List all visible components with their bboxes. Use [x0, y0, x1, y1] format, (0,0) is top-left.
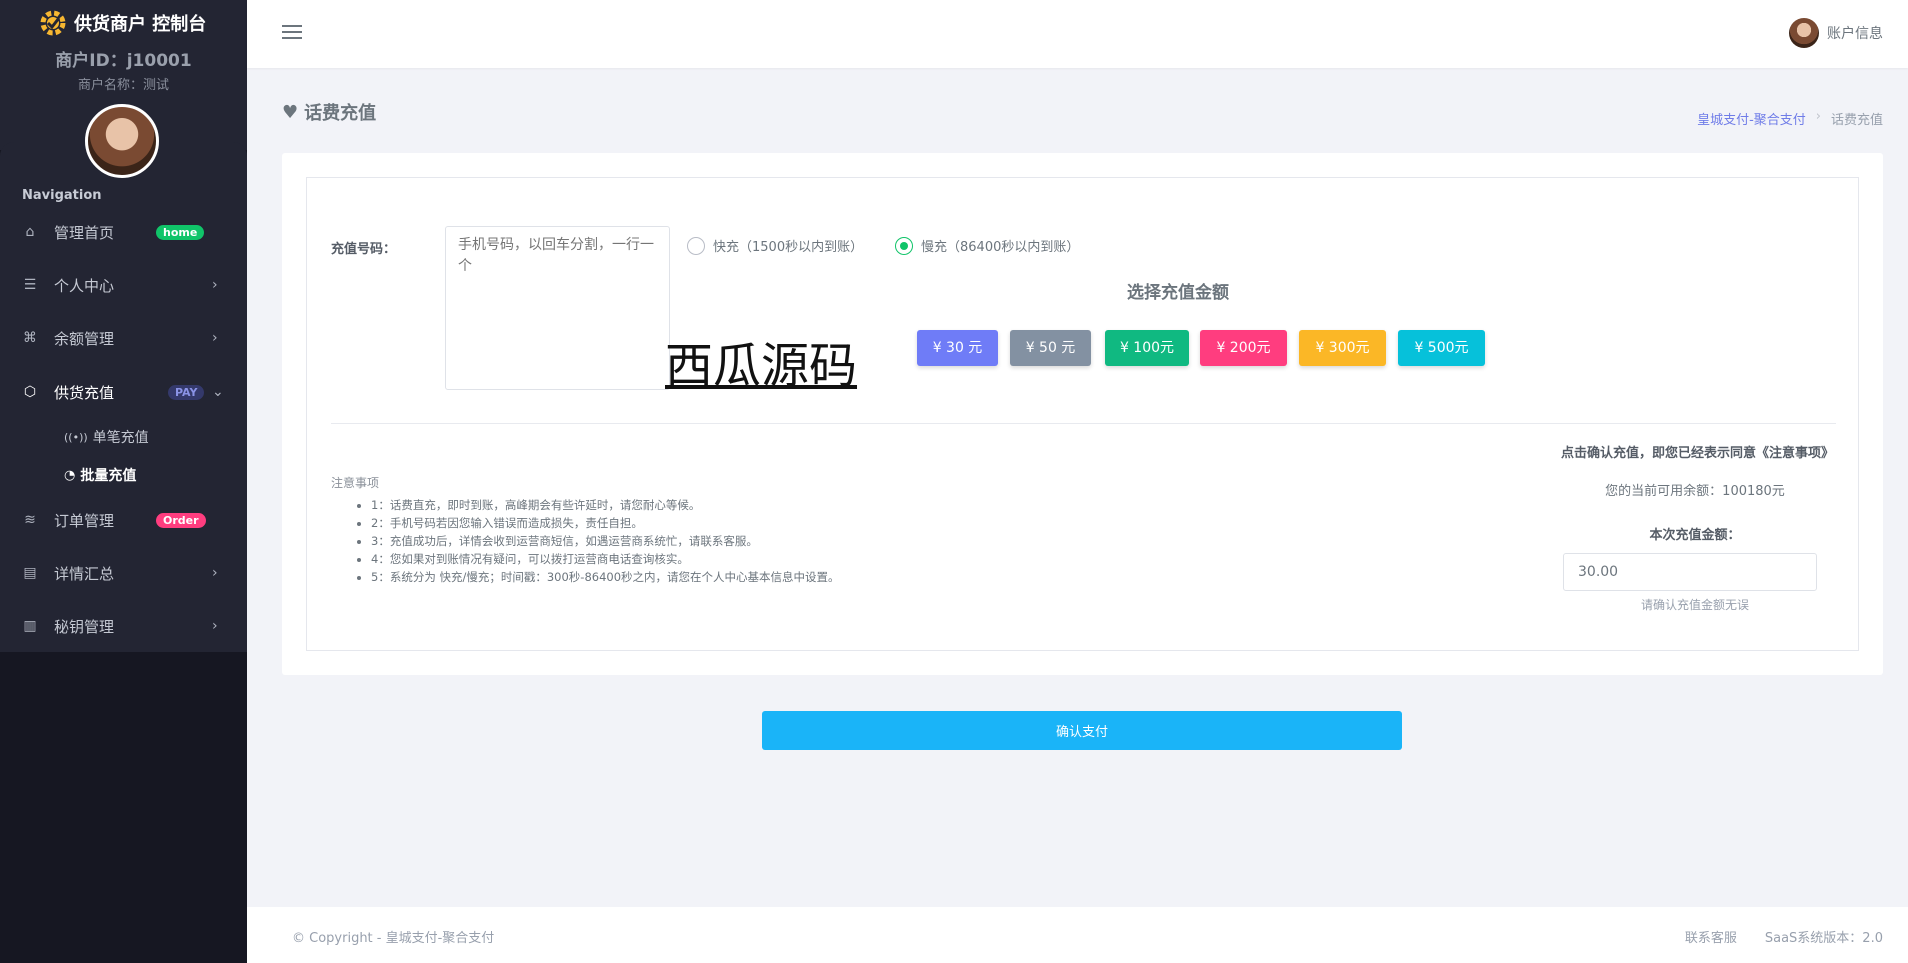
breadcrumb-separator-icon: › [1815, 109, 1821, 124]
divider [331, 423, 1836, 424]
notice-item: 4：您如果对到账情况有疑问，可以拨打运营商电话查询核实。 [371, 550, 840, 568]
heart-icon: ♥ [282, 101, 299, 123]
command-icon: ⌘ [23, 330, 37, 346]
gear-logo-icon [40, 10, 66, 36]
sidebar-item-supply-recharge[interactable]: ⬡ 供货充值 PAY ⌄ [0, 372, 247, 412]
broadcast-icon: ((•)) [64, 430, 88, 444]
brand-title: 供货商户 控制台 [74, 14, 207, 35]
radio-circle-selected [895, 236, 913, 255]
phone-numbers-input[interactable] [445, 226, 670, 390]
merchant-id: 商户ID：j10001 [55, 51, 192, 71]
list-icon: ☰ [23, 277, 37, 293]
amount-input[interactable] [1563, 553, 1817, 591]
amount-label: 本次充值金额： [1649, 528, 1741, 543]
sidebar: 供货商户 控制台 商户ID：j10001 商户名称：测试 Navigation … [0, 0, 247, 963]
available-balance: 您的当前可用余额：100180元 [1605, 484, 1785, 499]
page-title-text: 话费充值 [304, 103, 377, 124]
system-version: SaaS系统版本：2.0 [1764, 931, 1883, 946]
amount-200-button[interactable]: ¥ 200元 [1200, 330, 1287, 366]
amount-help-text: 请确认充值金额无误 [1640, 598, 1749, 612]
amount-30-button[interactable]: ¥ 30 元 [917, 330, 998, 366]
sidebar-item-label: 订单管理 [54, 511, 115, 530]
amount-section-title: 选择充值金额 [1127, 283, 1229, 303]
chevron-right-icon: › [212, 618, 218, 634]
topbar: 账户信息 [247, 0, 1908, 68]
radio-label: 慢充（86400秒以内到账） [921, 240, 1080, 255]
breadcrumb: 皇城支付-聚合支付 › 话费充值 [1697, 109, 1883, 128]
breadcrumb-current: 话费充值 [1830, 113, 1883, 128]
sidebar-item-label: 个人中心 [54, 276, 115, 295]
avatar [85, 104, 159, 178]
gauge-icon: ◔ [64, 467, 76, 483]
notice-item: 1：话费直充，即时到账，高峰期会有些许延时，请您耐心等候。 [371, 496, 840, 514]
order-badge: Order [156, 512, 206, 528]
sidebar-subitem-label: 单笔充值 [92, 430, 149, 446]
sidebar-item-label: 详情汇总 [54, 564, 115, 583]
sidebar-item-label: 供货充值 [54, 383, 115, 402]
number-label: 充值号码： [331, 242, 397, 257]
recharge-form: 充值号码： 快充（1500秒以内到账） 慢充（86400秒以内到账） 选择充值金… [306, 177, 1859, 651]
notice-title: 注意事项 [331, 476, 380, 490]
map-icon: ▥ [23, 618, 37, 634]
notice-item: 5：系统分为 快充/慢充；时间戳：300秒-86400秒之内，请您在个人中心基本… [371, 568, 840, 586]
sidebar-subitem-single[interactable]: ((•)) 单笔充值 [64, 427, 149, 447]
nav-title: Navigation [22, 188, 102, 203]
breadcrumb-link[interactable]: 皇城支付-聚合支付 [1697, 109, 1806, 128]
sidebar-item-summary[interactable]: ▤ 详情汇总 › [0, 553, 247, 593]
radio-circle [687, 236, 705, 255]
watermark-text: 西瓜源码 [665, 338, 858, 394]
sidebar-item-label: 管理首页 [54, 223, 115, 242]
home-icon: ⌂ [25, 224, 35, 240]
recharge-card: 充值号码： 快充（1500秒以内到账） 慢充（86400秒以内到账） 选择充值金… [282, 153, 1883, 675]
amount-300-button[interactable]: ¥ 300元 [1299, 330, 1386, 366]
footer-links: 联系客服 SaaS系统版本：2.0 [1685, 927, 1883, 946]
fast-recharge-radio[interactable]: 快充（1500秒以内到账） [687, 236, 863, 255]
sidebar-item-label: 余额管理 [54, 329, 115, 348]
pay-badge: PAY [168, 384, 205, 400]
sidebar-subitem-label: 批量充值 [80, 468, 137, 484]
confirm-pay-button[interactable]: 确认支付 [762, 711, 1402, 750]
brand[interactable]: 供货商户 控制台 [38, 8, 206, 38]
account-menu[interactable]: 账户信息 [1789, 18, 1883, 48]
document-icon: ▤ [23, 565, 37, 581]
chevron-down-icon: ⌄ [212, 384, 224, 400]
chevron-right-icon: › [212, 277, 218, 293]
footer: © Copyright - 皇城支付-聚合支付 联系客服 SaaS系统版本：2.… [247, 907, 1908, 963]
amount-50-button[interactable]: ¥ 50 元 [1010, 330, 1091, 366]
contact-support-link[interactable]: 联系客服 [1685, 927, 1737, 946]
sidebar-item-keys[interactable]: ▥ 秘钥管理 › [0, 606, 247, 646]
copyright: © Copyright - 皇城支付-聚合支付 [292, 931, 495, 946]
agreement-text: 点击确认充值，即您已经表示同意《注意事项》 [1560, 446, 1834, 461]
page-title: ♥ 话费充值 [282, 99, 376, 125]
sidebar-item-balance[interactable]: ⌘ 余额管理 › [0, 318, 247, 358]
amount-500-button[interactable]: ¥ 500元 [1398, 330, 1485, 366]
account-label: 账户信息 [1827, 26, 1883, 42]
layers-icon: ≋ [24, 512, 36, 528]
sidebar-subitem-batch[interactable]: ◔ 批量充值 [64, 465, 136, 485]
notice-list: 1：话费直充，即时到账，高峰期会有些许延时，请您耐心等候。 2：手机号码若因您输… [371, 496, 840, 586]
slow-recharge-radio[interactable]: 慢充（86400秒以内到账） [895, 236, 1079, 255]
amount-100-button[interactable]: ¥ 100元 [1105, 330, 1189, 366]
sidebar-item-orders[interactable]: ≋ 订单管理 Order [0, 500, 247, 540]
notice-item: 2：手机号码若因您输入错误而造成损失，责任自担。 [371, 514, 840, 532]
sidebar-item-home[interactable]: ⌂ 管理首页 home [0, 212, 247, 252]
notice-item: 3：充值成功后，详情会收到运营商短信，如遇运营商系统忙，请联系客服。 [371, 532, 840, 550]
chevron-right-icon: › [212, 330, 218, 346]
hamburger-menu-icon[interactable] [282, 25, 302, 41]
home-badge: home [156, 224, 205, 240]
merchant-name: 商户名称：测试 [77, 78, 169, 93]
radio-label: 快充（1500秒以内到账） [713, 240, 864, 255]
box-icon: ⬡ [23, 384, 37, 400]
avatar [1789, 18, 1819, 48]
sidebar-item-label: 秘钥管理 [54, 617, 115, 636]
sidebar-item-profile[interactable]: ☰ 个人中心 › [0, 265, 247, 305]
chevron-right-icon: › [212, 565, 218, 581]
